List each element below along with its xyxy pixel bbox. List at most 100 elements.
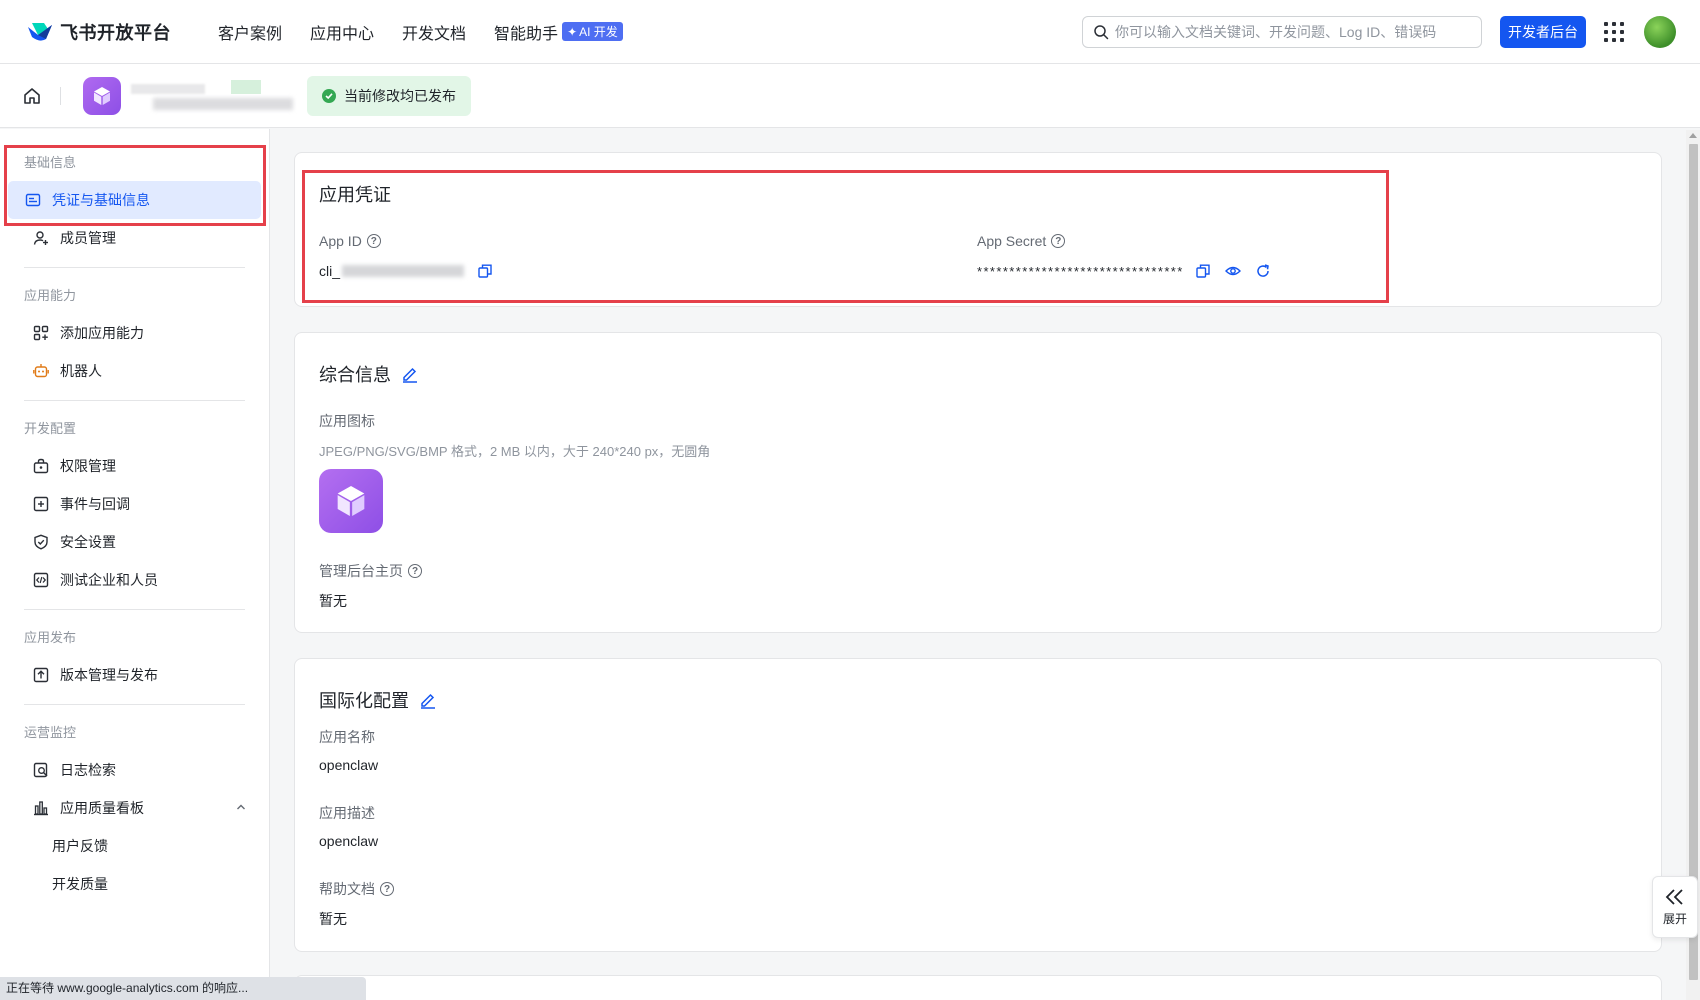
sidebar-item-quality-dashboard[interactable]: 应用质量看板 bbox=[8, 789, 261, 827]
nav-label: 智能助手 bbox=[494, 25, 559, 43]
sidebar-group-title: 应用发布 bbox=[24, 630, 77, 645]
sidebar-item-log-search[interactable]: 日志检索 bbox=[8, 751, 261, 789]
app-desc-value: openclaw bbox=[319, 833, 379, 849]
help-doc-label: 帮助文档 ? bbox=[319, 879, 394, 899]
sidebar-item-versions[interactable]: 版本管理与发布 bbox=[8, 656, 261, 694]
sidebar-item-label: 版本管理与发布 bbox=[60, 667, 158, 683]
sidebar-item-credentials[interactable]: 凭证与基础信息 bbox=[8, 181, 261, 219]
sidebar-item-label: 凭证与基础信息 bbox=[52, 192, 150, 208]
publish-status-text: 当前修改均已发布 bbox=[344, 87, 456, 104]
sidebar-item-label: 权限管理 bbox=[60, 458, 116, 474]
sidebar-group-title: 应用能力 bbox=[24, 288, 77, 303]
copy-icon[interactable] bbox=[1194, 262, 1212, 280]
app-grid-icon[interactable] bbox=[1604, 22, 1624, 42]
search-icon bbox=[1094, 25, 1109, 40]
edit-icon[interactable] bbox=[419, 691, 437, 709]
help-icon[interactable]: ? bbox=[408, 564, 422, 578]
admin-home-value: 暂无 bbox=[319, 593, 347, 609]
app-id-redacted bbox=[342, 265, 465, 277]
sidebar-item-test-tenants[interactable]: 测试企业和人员 bbox=[8, 561, 261, 599]
expand-button[interactable]: 展开 bbox=[1652, 876, 1698, 938]
robot-icon bbox=[32, 362, 50, 380]
nav-dev-docs[interactable]: 开发文档 bbox=[402, 20, 466, 44]
nav-ai-assistant[interactable]: 智能助手 ✦ AI 开发 bbox=[494, 20, 623, 44]
developer-console-button[interactable]: 开发者后台 bbox=[1500, 16, 1586, 48]
edit-icon[interactable] bbox=[401, 365, 419, 383]
app-secret-label: App Secret ? bbox=[977, 233, 1066, 249]
card-title: 国际化配置 bbox=[319, 691, 409, 711]
ai-badge-text: AI 开发 bbox=[579, 25, 618, 39]
sidebar: 基础信息 凭证与基础信息 成员管理 应用能力 添加应用能力 机器人 开发配置 权… bbox=[0, 129, 270, 1000]
app-avatar bbox=[83, 76, 121, 115]
sidebar-group-title: 开发配置 bbox=[24, 421, 77, 436]
home-icon[interactable] bbox=[22, 86, 42, 106]
help-doc-value: 暂无 bbox=[319, 911, 347, 927]
event-icon bbox=[32, 495, 50, 513]
page-scrollbar[interactable] bbox=[1686, 130, 1700, 1000]
logo-text: 飞书开放平台 bbox=[60, 22, 171, 43]
expand-label: 展开 bbox=[1662, 911, 1687, 926]
sidebar-item-members[interactable]: 成员管理 bbox=[8, 219, 261, 257]
copy-icon[interactable] bbox=[476, 262, 494, 280]
sidebar-item-permissions[interactable]: 权限管理 bbox=[8, 447, 261, 485]
help-icon[interactable]: ? bbox=[1051, 234, 1066, 248]
app-name-redacted bbox=[123, 78, 293, 114]
permission-icon bbox=[32, 457, 50, 475]
divider bbox=[24, 704, 245, 705]
scroll-up-arrow[interactable] bbox=[1689, 133, 1697, 138]
sidebar-item-robot[interactable]: 机器人 bbox=[8, 352, 261, 390]
refresh-icon[interactable] bbox=[1254, 262, 1272, 280]
nav-app-center[interactable]: 应用中心 bbox=[310, 20, 374, 44]
sidebar-item-add-capability[interactable]: 添加应用能力 bbox=[8, 314, 261, 352]
help-icon[interactable]: ? bbox=[380, 882, 394, 896]
app-secret-value: ******************************** bbox=[977, 263, 1184, 279]
cube-icon bbox=[94, 86, 110, 105]
app-id-value: cli_ bbox=[319, 263, 341, 279]
sidebar-item-user-feedback[interactable]: 用户反馈 bbox=[8, 827, 261, 865]
search-input[interactable] bbox=[1115, 24, 1465, 40]
app-icon-preview[interactable] bbox=[319, 469, 383, 533]
divider bbox=[24, 400, 245, 401]
app-name-label: 应用名称 bbox=[319, 729, 375, 745]
sidebar-item-label: 开发质量 bbox=[52, 876, 108, 892]
sidebar-item-label: 安全设置 bbox=[60, 534, 116, 550]
nav-label: 客户案例 bbox=[218, 25, 283, 43]
app-icon-label: 应用图标 bbox=[319, 413, 375, 429]
feishu-logo[interactable]: 飞书开放平台 bbox=[26, 19, 206, 45]
code-icon bbox=[32, 571, 50, 589]
help-icon[interactable]: ? bbox=[366, 234, 381, 248]
sidebar-item-security[interactable]: 安全设置 bbox=[8, 523, 261, 561]
bar-chart-icon bbox=[32, 799, 50, 817]
scroll-thumb[interactable] bbox=[1689, 144, 1698, 980]
sidebar-item-label: 事件与回调 bbox=[60, 496, 130, 512]
card-title: 综合信息 bbox=[319, 365, 391, 385]
ai-badge: ✦ AI 开发 bbox=[562, 22, 623, 41]
add-capability-icon bbox=[32, 324, 50, 342]
double-chevron-left-icon bbox=[1665, 888, 1683, 905]
sidebar-item-dev-quality[interactable]: 开发质量 bbox=[8, 865, 261, 903]
card-title-row: 综合信息 bbox=[319, 361, 419, 387]
search-box[interactable] bbox=[1082, 16, 1482, 48]
sidebar-item-label: 应用质量看板 bbox=[60, 800, 144, 816]
admin-home-label: 管理后台主页 ? bbox=[319, 561, 422, 581]
check-circle-icon bbox=[322, 88, 336, 103]
sidebar-group-title: 运营监控 bbox=[24, 725, 77, 740]
sidebar-item-label: 机器人 bbox=[60, 363, 102, 379]
app-desc-label: 应用描述 bbox=[319, 805, 375, 821]
app-id-label-text: App ID bbox=[319, 233, 362, 249]
app-secret-row: ******************************** bbox=[977, 262, 1272, 280]
admin-home-label-text: 管理后台主页 bbox=[319, 563, 403, 579]
eye-icon[interactable] bbox=[1224, 262, 1242, 280]
sidebar-item-label: 用户反馈 bbox=[52, 838, 108, 854]
user-avatar[interactable] bbox=[1644, 16, 1676, 48]
app-icon-hint: JPEG/PNG/SVG/BMP 格式，2 MB 以内，大于 240*240 p… bbox=[319, 444, 711, 459]
nav-label: 应用中心 bbox=[310, 25, 375, 43]
divider bbox=[24, 267, 245, 268]
app-subheader: 当前修改均已发布 bbox=[0, 64, 1700, 128]
sidebar-item-label: 日志检索 bbox=[60, 762, 116, 778]
nav-customer-cases[interactable]: 客户案例 bbox=[218, 20, 282, 44]
log-search-icon bbox=[32, 761, 50, 779]
chevron-up-icon[interactable] bbox=[235, 801, 247, 813]
sidebar-item-events[interactable]: 事件与回调 bbox=[8, 485, 261, 523]
publish-status-badge: 当前修改均已发布 bbox=[307, 75, 471, 116]
